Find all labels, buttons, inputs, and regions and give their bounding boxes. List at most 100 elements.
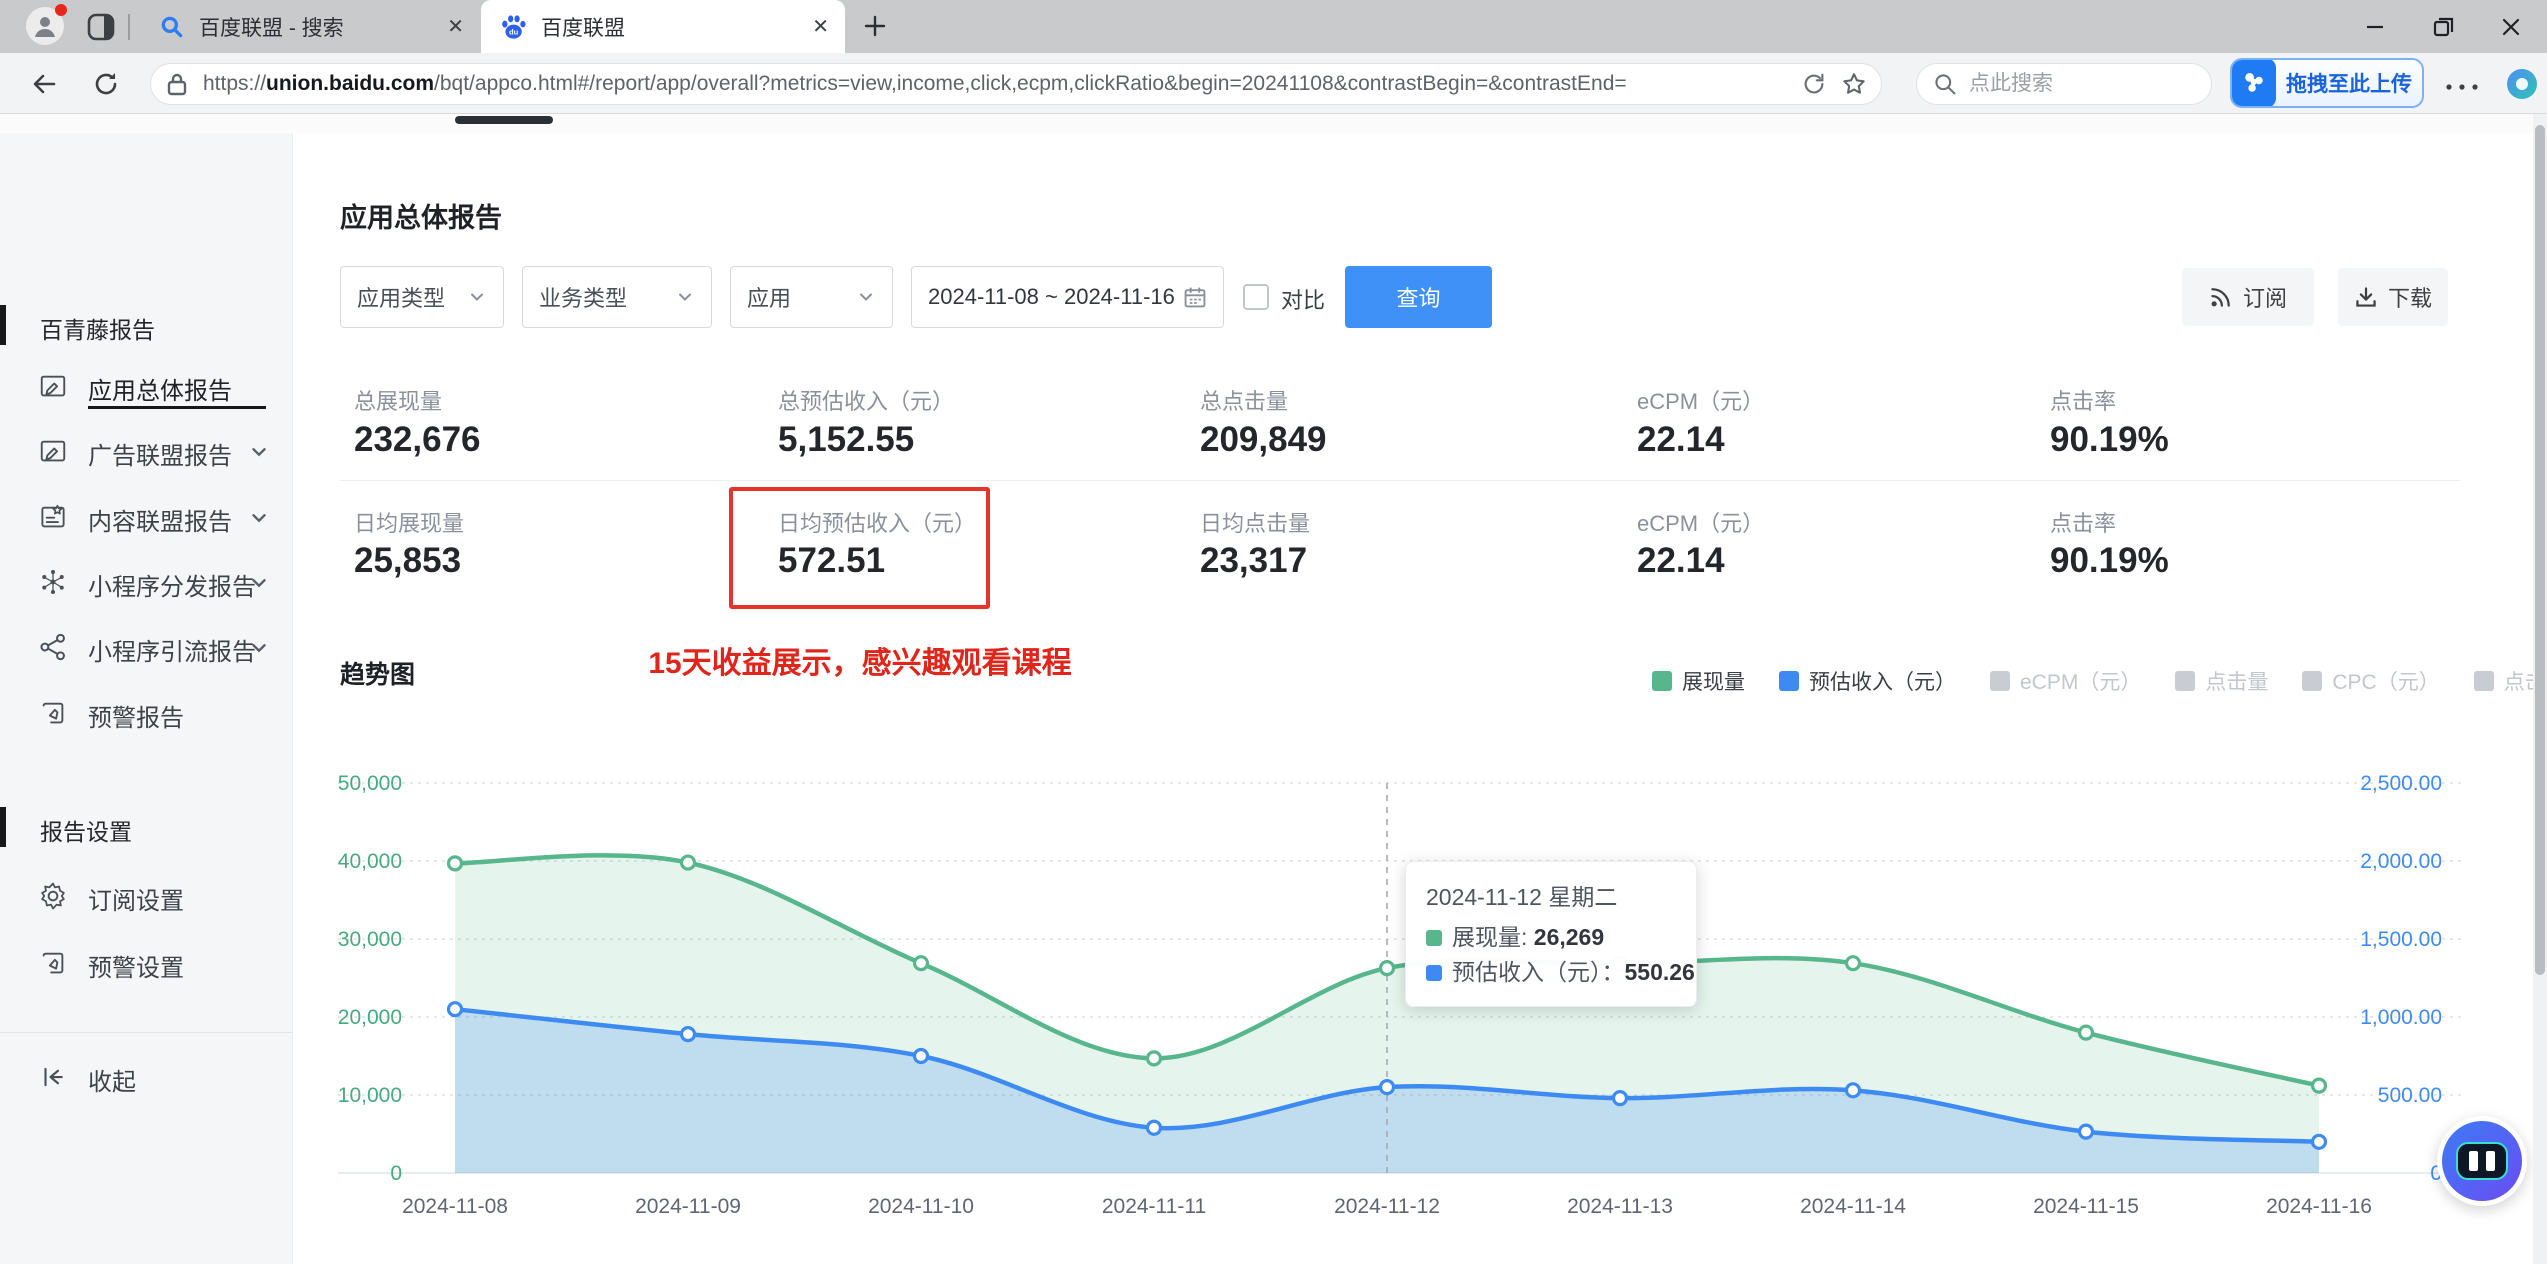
compare-label: 对比 xyxy=(1281,288,1326,313)
stat-value: 22.14 xyxy=(1637,420,1725,459)
recorder-pause-button[interactable] xyxy=(2437,1116,2527,1206)
app-type-value: 应用类型 xyxy=(357,286,446,311)
legend-item-点击量[interactable]: 点击量 xyxy=(2175,666,2268,696)
content-report-icon xyxy=(38,502,68,532)
sidebar-item-label: 应用总体报告 xyxy=(88,378,232,405)
sidebar-item-小程序引流报告[interactable]: 小程序引流报告 xyxy=(0,615,293,679)
top-nav-active-underline xyxy=(455,116,553,124)
sidebar-item-广告联盟报告[interactable]: 广告联盟报告 xyxy=(0,419,293,483)
sidebar-collapse-button[interactable]: 收起 xyxy=(0,1045,293,1109)
svg-text:1,000.00: 1,000.00 xyxy=(2360,1006,2442,1029)
stat-label: 日均展现量 xyxy=(354,511,465,536)
stat-label: 点击率 xyxy=(2050,511,2117,536)
stat-value: 572.51 xyxy=(778,541,886,580)
legend-label: 展现量 xyxy=(1682,671,1745,694)
annotation-text: 15天收益展示，感兴趣观看课程 xyxy=(648,647,1072,680)
stat-label: eCPM（元） xyxy=(1637,389,1765,414)
distribution-icon xyxy=(38,567,68,597)
svg-text:2024-11-15: 2024-11-15 xyxy=(2033,1195,2139,1218)
copilot-icon[interactable] xyxy=(2504,66,2540,107)
browser-tab-union[interactable]: du 百度联盟 ✕ xyxy=(481,0,845,53)
report-icon xyxy=(38,371,68,401)
refresh-button[interactable] xyxy=(92,70,120,103)
subscribe-button[interactable]: 订阅 xyxy=(2182,268,2314,326)
screen: 百度联盟 - 搜索 ✕ du 百度联盟 ✕ https://union.baid… xyxy=(0,0,2547,1264)
app-select[interactable]: 应用 xyxy=(730,266,893,328)
page-title: 应用总体报告 xyxy=(340,203,502,233)
svg-text:2024-11-12: 2024-11-12 xyxy=(1334,1195,1440,1218)
chart-legend: 展现量预估收入（元）eCPM（元）点击量CPC（元）点击率 xyxy=(1652,666,2547,696)
svg-text:10,000: 10,000 xyxy=(338,1084,402,1107)
download-label: 下载 xyxy=(2387,286,2432,311)
stat-value: 22.14 xyxy=(1637,541,1725,580)
browser-tab-search[interactable]: 百度联盟 - 搜索 ✕ xyxy=(143,0,478,53)
download-button[interactable]: 下载 xyxy=(2338,268,2448,326)
svg-text:2024-11-14: 2024-11-14 xyxy=(1800,1195,1906,1218)
tab-close-icon[interactable]: ✕ xyxy=(812,14,829,39)
app-type-select[interactable]: 应用类型 xyxy=(340,266,504,328)
legend-label: eCPM（元） xyxy=(2020,671,2142,694)
baidu-paw-favicon: du xyxy=(502,14,526,39)
report-icon xyxy=(38,436,68,466)
sidebar-item-label: 预警报告 xyxy=(88,705,184,732)
favorite-star-icon[interactable] xyxy=(1841,71,1867,97)
compare-checkbox[interactable] xyxy=(1243,284,1269,310)
netdisk-upload-button[interactable]: 拖拽至此上传 xyxy=(2230,58,2424,108)
tab-title: 百度联盟 xyxy=(541,16,625,40)
stat-value: 23,317 xyxy=(1200,541,1308,580)
stat-value: 90.19% xyxy=(2050,541,2169,580)
legend-swatch xyxy=(1990,671,2010,691)
browser-menu-icon[interactable] xyxy=(2444,79,2480,97)
sidebar-item-订阅设置[interactable]: 订阅设置 xyxy=(0,864,293,928)
svg-text:2024-11-10: 2024-11-10 xyxy=(868,1195,974,1218)
search-input[interactable] xyxy=(1969,72,2169,96)
tooltip-row: 预估收入（元）：550.26 xyxy=(1426,955,1695,990)
alert-report-icon xyxy=(38,698,68,728)
minimize-icon[interactable] xyxy=(2363,15,2387,39)
legend-swatch xyxy=(2175,671,2196,691)
search-box[interactable] xyxy=(1916,63,2212,105)
chart-tooltip: 2024-11-12 星期二 展现量: 26,269 预估收入（元）：550.26 xyxy=(1405,861,1697,1007)
sidebar-item-内容联盟报告[interactable]: 内容联盟报告 xyxy=(0,485,293,549)
section-marker xyxy=(0,807,6,847)
scrollbar-thumb[interactable] xyxy=(2535,125,2545,975)
tab-close-icon[interactable]: ✕ xyxy=(447,14,464,39)
stat-label: 总预估收入（元） xyxy=(778,389,955,414)
stat-value: 25,853 xyxy=(354,541,462,580)
stat-value: 209,849 xyxy=(1200,420,1327,459)
sidebar-item-预警设置[interactable]: 预警设置 xyxy=(0,931,293,995)
stat-label: 日均预估收入（元） xyxy=(778,511,977,536)
back-button[interactable] xyxy=(30,70,58,103)
sidebar-item-label: 小程序引流报告 xyxy=(88,639,256,666)
stat-label: eCPM（元） xyxy=(1637,511,1765,536)
sidebar-item-小程序分发报告[interactable]: 小程序分发报告 xyxy=(0,550,293,614)
legend-swatch xyxy=(1652,671,1672,691)
legend-item-CPC（元）[interactable]: CPC（元） xyxy=(2302,666,2440,696)
svg-text:du: du xyxy=(509,27,519,36)
tooltip-row: 展现量: 26,269 xyxy=(1426,920,1676,955)
active-underline xyxy=(88,406,266,409)
legend-item-预估收入（元）[interactable]: 预估收入（元） xyxy=(1779,666,1956,696)
query-button[interactable]: 查询 xyxy=(1345,266,1492,328)
legend-label: 预估收入（元） xyxy=(1809,671,1956,694)
search-icon xyxy=(1935,74,1956,95)
new-tab-button[interactable] xyxy=(862,13,888,44)
date-range-picker[interactable]: 2024-11-08 ~ 2024-11-16 xyxy=(911,266,1224,328)
close-icon[interactable] xyxy=(2499,15,2523,39)
workspaces-icon[interactable] xyxy=(86,12,116,47)
url-bar[interactable]: https://union.baidu.com/bqt/appco.html#/… xyxy=(150,63,1882,105)
notification-dot xyxy=(55,4,67,16)
trend-chart-title: 趋势图 xyxy=(340,661,416,689)
restore-icon[interactable] xyxy=(2431,15,2455,39)
sidebar: 百青藤报告 应用总体报告 广告联盟报告 内容联盟报告 小程序分发报告 小程序引流报告 预警报… xyxy=(0,133,293,1264)
reload-circle-icon[interactable] xyxy=(1801,71,1827,97)
svg-text:50,000: 50,000 xyxy=(338,772,402,795)
svg-text:30,000: 30,000 xyxy=(338,928,402,951)
stat-label: 日均点击量 xyxy=(1200,511,1311,536)
legend-item-展现量[interactable]: 展现量 xyxy=(1652,666,1745,696)
legend-item-eCPM（元）[interactable]: eCPM（元） xyxy=(1990,666,2141,696)
stat-value: 5,152.55 xyxy=(778,420,915,459)
sidebar-item-预警报告[interactable]: 预警报告 xyxy=(0,681,293,745)
sidebar-item-应用总体报告[interactable]: 应用总体报告 xyxy=(0,354,293,418)
biz-type-select[interactable]: 业务类型 xyxy=(522,266,712,328)
